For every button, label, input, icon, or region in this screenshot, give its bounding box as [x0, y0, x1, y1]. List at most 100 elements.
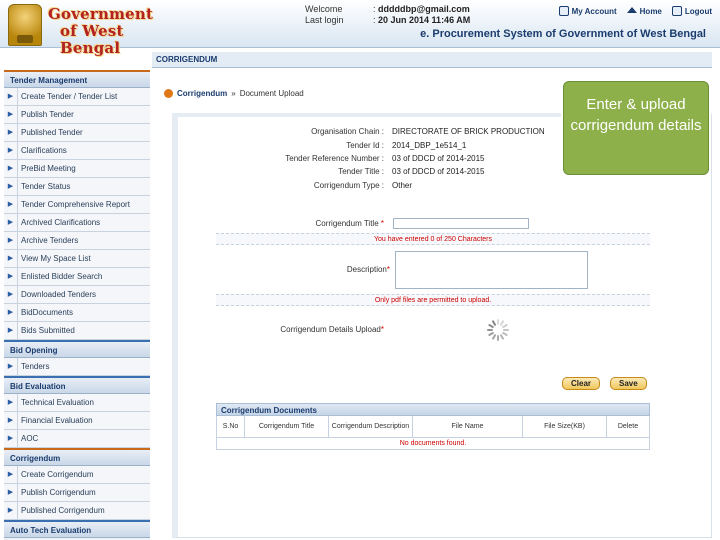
sidebar-item[interactable]: ▶ Archived Clarifications — [4, 214, 150, 232]
sidebar-item[interactable]: ▶ View My Space List — [4, 250, 150, 268]
sidebar-item-label: Enlisted Bidder Search — [21, 272, 103, 281]
welcome-label: Welcome — [305, 4, 343, 14]
corr-title-label: Corrigendum Title — [315, 219, 379, 228]
arrow-right-icon: ▶ — [4, 106, 18, 123]
sidebar-item[interactable]: ▶ Financial Evaluation — [4, 412, 150, 430]
desc-label-wrap: Description* — [346, 265, 390, 274]
my-account-link[interactable]: My Account — [558, 6, 617, 16]
logout-link[interactable]: Logout — [671, 6, 712, 16]
sidebar-item-label: AOC — [21, 434, 39, 443]
desc-label: Description — [346, 265, 387, 274]
sidebar-item[interactable]: ▶ Archive Tenders — [4, 232, 150, 250]
description-textarea[interactable] — [395, 251, 588, 289]
col-delete: Delete — [607, 416, 650, 437]
sidebar-item[interactable]: ▶ Enlisted Bidder Search — [4, 268, 150, 286]
sidebar-item[interactable]: ▶ PreBid Meeting — [4, 160, 150, 178]
arrow-right-icon: ▶ — [4, 88, 18, 105]
sidebar-item-label: Technical Evaluation — [21, 398, 94, 407]
pdf-hint: Only pdf files are permitted to upload. — [216, 294, 650, 306]
sidebar-item[interactable]: ▶ AOC — [4, 430, 150, 448]
breadcrumb: Corrigendum » Document Upload — [164, 89, 304, 98]
upload-label: Corrigendum Details Upload — [280, 325, 381, 334]
chars-hint: You have entered 0 of 250 Characters — [216, 233, 650, 245]
col-file-name: File Name — [413, 416, 523, 437]
sidebar-item-label: Published Corrigendum — [21, 506, 105, 515]
sidebar-item[interactable]: ▶ Tender Comprehensive Report — [4, 196, 150, 214]
gov-title-line2: of West Bengal — [60, 22, 124, 57]
upload-label-wrap: Corrigendum Details Upload* — [280, 325, 384, 334]
sidebar-item[interactable]: ▶ Tender Status — [4, 178, 150, 196]
org-label: Organisation Chain : — [311, 127, 384, 136]
last-login-value: 20 Jun 2014 11:46 AM — [378, 15, 471, 25]
spinner-tick — [497, 335, 499, 341]
arrow-right-icon: ▶ — [4, 160, 18, 177]
sidebar-item-label: Tender Comprehensive Report — [21, 200, 130, 209]
sidebar-item[interactable]: ▶ Published Tender — [4, 124, 150, 142]
sidebar-item-label: Financial Evaluation — [21, 416, 93, 425]
home-icon — [626, 6, 637, 13]
sidebar-item-label: PreBid Meeting — [21, 164, 76, 173]
sidebar-item-label: Create Tender / Tender List — [21, 92, 118, 101]
col-sno: S.No — [217, 416, 245, 437]
arrow-right-icon: ▶ — [4, 214, 18, 231]
sidebar-item[interactable]: ▶ Tenders — [4, 358, 150, 376]
sidebar-item-label: Clarifications — [21, 146, 67, 155]
sidebar-item-label: Published Tender — [21, 128, 83, 137]
spinner-tick — [503, 329, 509, 331]
arrow-right-icon: ▶ — [4, 484, 18, 501]
arrow-right-icon: ▶ — [4, 358, 18, 375]
arrow-right-icon: ▶ — [4, 232, 18, 249]
user-icon — [558, 6, 569, 16]
sidebar-item-label: Archive Tenders — [21, 236, 79, 245]
arrow-right-icon: ▶ — [4, 268, 18, 285]
sidebar-item[interactable]: ▶ Create Corrigendum — [4, 466, 150, 484]
arrow-right-icon: ▶ — [4, 412, 18, 429]
org-value: DIRECTORATE OF BRICK PRODUCTION — [392, 127, 545, 136]
sidebar-item[interactable]: ▶ Downloaded Tenders — [4, 286, 150, 304]
sidebar-item[interactable]: ▶ Create Tender / Tender List — [4, 88, 150, 106]
sidebar-item[interactable]: ▶ Bids Submitted — [4, 322, 150, 340]
government-title: Government of West Bengal — [48, 6, 154, 57]
tender-id-value: 2014_DBP_1e514_1 — [392, 141, 467, 150]
home-link[interactable]: Home — [626, 6, 662, 16]
ref-label: Tender Reference Number : — [285, 154, 384, 163]
sidebar-item-label: Publish Tender — [21, 110, 74, 119]
sidebar-item-label: Tenders — [21, 362, 50, 371]
sidebar-item-label: Tender Status — [21, 182, 71, 191]
tender-title-label: Tender Title : — [338, 167, 384, 176]
my-account-label: My Account — [571, 6, 617, 16]
corrigendum-title-input[interactable] — [393, 218, 529, 229]
corr-type-value: Other — [392, 181, 413, 190]
sidebar-section-heading: Tender Management — [4, 70, 150, 88]
sidebar-section-heading: Auto Tech Evaluation — [4, 520, 150, 538]
home-label: Home — [639, 6, 662, 16]
breadcrumb-separator: » — [231, 89, 236, 98]
clear-button[interactable]: Clear — [562, 377, 601, 390]
arrow-right-icon: ▶ — [4, 178, 18, 195]
sidebar-item[interactable]: ▶ Publish Corrigendum — [4, 484, 150, 502]
last-login-label: Last login — [305, 15, 344, 25]
upload-spinner-icon[interactable] — [486, 318, 512, 342]
sidebar-item[interactable]: ▶ Published Corrigendum — [4, 502, 150, 520]
save-button[interactable]: Save — [610, 377, 647, 390]
sidebar-item[interactable]: ▶ Technical Evaluation — [4, 394, 150, 412]
logout-label: Logout — [684, 6, 712, 16]
tender-title-value: 03 of DDCD of 2014-2015 — [392, 167, 485, 176]
arrow-right-icon: ▶ — [4, 286, 18, 303]
arrow-right-icon: ▶ — [4, 142, 18, 159]
main-heading-bar: CORRIGENDUM — [152, 52, 712, 68]
sidebar-section-heading: Bid Evaluation — [4, 376, 150, 394]
arrow-right-icon: ▶ — [4, 304, 18, 321]
sidebar-item[interactable]: ▶ BidDocuments — [4, 304, 150, 322]
breadcrumb-corrigendum[interactable]: Corrigendum — [177, 89, 227, 98]
spinner-tick — [487, 329, 493, 331]
ref-value: 03 of DDCD of 2014-2015 — [392, 154, 485, 163]
sidebar-item-label: Downloaded Tenders — [21, 290, 97, 299]
corrigendum-documents-table: Corrigendum Documents S.No Corrigendum T… — [216, 403, 650, 450]
col-corr-desc: Corrigendum Description — [329, 416, 413, 437]
sidebar-item[interactable]: ▶ Clarifications — [4, 142, 150, 160]
sidebar-item[interactable]: ▶ Publish Tender — [4, 106, 150, 124]
arrow-right-icon: ▶ — [4, 322, 18, 339]
sidebar-item-label: BidDocuments — [21, 308, 74, 317]
tender-id-label: Tender Id : — [346, 141, 384, 150]
